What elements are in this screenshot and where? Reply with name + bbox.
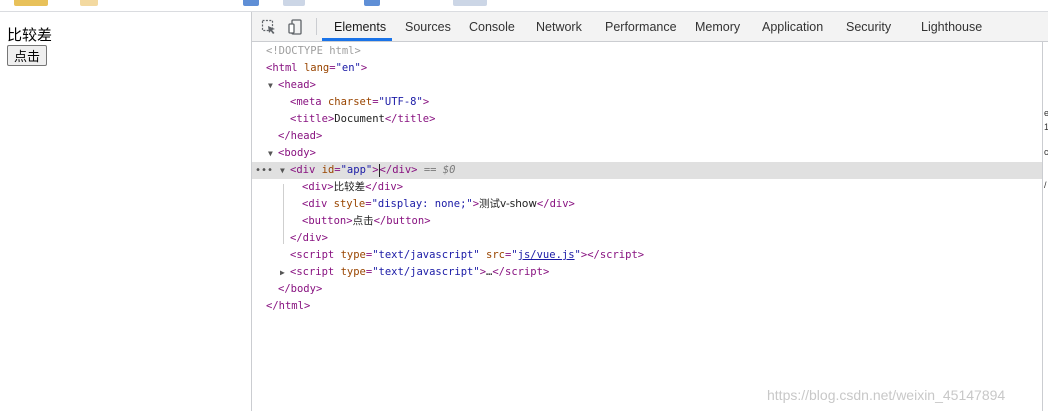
dom-node-child-div-2[interactable]: <div style="display: none;">测试v-show</di… xyxy=(252,196,1042,213)
toolbar-separator xyxy=(316,18,317,35)
button-close-tag: button xyxy=(386,215,425,227)
dom-node-child-div-1[interactable]: <div>比较差</div> xyxy=(252,179,1042,196)
dom-node-head-close[interactable]: </head> xyxy=(252,128,1042,145)
dom-node-doctype[interactable]: <!DOCTYPE html> xyxy=(252,43,1042,60)
tab-lighthouse[interactable]: Lighthouse xyxy=(921,12,982,41)
div-app-close-tag: div xyxy=(302,232,322,244)
dom-node-script-vue[interactable]: <script type="text/javascript" src="js/v… xyxy=(252,247,1042,264)
styles-pane-edge: e 1 c / xyxy=(1042,42,1048,411)
head-tag-name: head xyxy=(284,79,310,91)
dom-node-button[interactable]: <button>点击</button> xyxy=(252,213,1042,230)
child2-text: 测试v-show xyxy=(479,198,537,210)
doctype-text: <!DOCTYPE html> xyxy=(266,45,361,57)
page-text: 比较差 xyxy=(7,26,53,44)
dom-node-meta[interactable]: <meta charset="UTF-8"> xyxy=(252,94,1042,111)
dom-node-title[interactable]: <title>Document</title> xyxy=(252,111,1042,128)
child1-open-tag: div xyxy=(308,181,328,193)
script1-tag-name: script xyxy=(296,249,335,261)
more-options-icon[interactable]: ••• xyxy=(255,162,273,179)
tab-network[interactable]: Network xyxy=(536,12,582,41)
meta-charset-attr: charset xyxy=(327,96,373,108)
styles-pane-highlight xyxy=(1043,42,1048,90)
devtools-panel: Elements Sources Console Network Perform… xyxy=(251,12,1048,411)
dom-node-script-inline[interactable]: ▶ <script type="text/javascript">…</scrip… xyxy=(252,264,1042,281)
html-lang-attr: lang xyxy=(303,62,330,74)
script2-type-attr: type xyxy=(340,266,366,278)
script2-tag-name: script xyxy=(296,266,335,278)
tab-fragment xyxy=(80,0,98,6)
expand-triangle-icon[interactable]: ▼ xyxy=(268,145,273,162)
page-viewport: 比较差 点击 xyxy=(0,12,251,411)
script1-type-attr: type xyxy=(340,249,366,261)
browser-tab-strip xyxy=(0,0,1048,12)
body-close-tag: body xyxy=(290,283,316,295)
child2-style-value: "display: none;" xyxy=(371,198,473,210)
button-open-tag: button xyxy=(308,215,347,227)
child1-text: 比较差 xyxy=(333,181,366,193)
watermark: https://blog.csdn.net/weixin_45147894 xyxy=(767,387,1006,403)
click-button[interactable]: 点击 xyxy=(7,45,48,66)
inspect-element-icon[interactable] xyxy=(261,19,277,35)
title-text: Document xyxy=(334,113,385,125)
indent-guide xyxy=(283,184,284,244)
title-close-tag: title xyxy=(397,113,430,125)
dom-node-div-close[interactable]: </div> xyxy=(252,230,1042,247)
tab-memory[interactable]: Memory xyxy=(695,12,740,41)
tab-fragment xyxy=(283,0,305,6)
tab-security[interactable]: Security xyxy=(846,12,891,41)
device-toolbar-icon[interactable] xyxy=(288,19,304,35)
script1-type-value: "text/javascript" xyxy=(372,249,480,261)
head-close-tag: head xyxy=(290,130,316,142)
title-open-tag: title xyxy=(296,113,328,125)
dom-node-body[interactable]: ▼ <body> xyxy=(252,145,1042,162)
styles-pane-glyph: 1 xyxy=(1044,122,1048,132)
tab-sources[interactable]: Sources xyxy=(405,12,451,41)
active-tab-indicator xyxy=(322,38,392,41)
div-tag-name: div xyxy=(296,164,316,176)
tab-fragment xyxy=(243,0,259,6)
script1-src-attr: src xyxy=(486,249,505,261)
child1-close-tag: div xyxy=(377,181,397,193)
child2-style-attr: style xyxy=(333,198,366,210)
devtools-toolbar: Elements Sources Console Network Perform… xyxy=(252,12,1048,42)
styles-pane-glyph: c xyxy=(1044,147,1048,157)
styles-pane-glyph: / xyxy=(1044,180,1047,190)
tab-application[interactable]: Application xyxy=(762,12,823,41)
dom-node-html-close[interactable]: </html> xyxy=(252,298,1042,315)
dom-node-html[interactable]: <html lang="en"> xyxy=(252,60,1042,77)
dom-tree: <!DOCTYPE html> <html lang="en"> ▼ <head>… xyxy=(252,42,1042,411)
child2-open-tag: div xyxy=(308,198,328,210)
meta-charset-value: "UTF-8" xyxy=(378,96,423,108)
div-id-attr: id xyxy=(321,164,335,176)
child2-close-tag: div xyxy=(549,198,569,210)
expand-triangle-icon[interactable]: ▼ xyxy=(268,77,273,94)
tab-fragment xyxy=(453,0,487,6)
html-lang-value: "en" xyxy=(335,62,361,74)
expand-triangle-icon[interactable]: ▼ xyxy=(280,162,285,179)
selected-node-marker: == $0 xyxy=(423,164,456,176)
tab-fragment xyxy=(14,0,48,6)
div-close-tag: div xyxy=(392,164,412,176)
dom-node-body-close[interactable]: </body> xyxy=(252,281,1042,298)
script2-type-value: "text/javascript" xyxy=(372,266,480,278)
script1-close-tag: script xyxy=(599,249,638,261)
button-text: 点击 xyxy=(352,215,374,227)
body-tag-name: body xyxy=(284,147,310,159)
html-tag-name: html xyxy=(272,62,298,74)
expand-triangle-icon[interactable]: ▶ xyxy=(280,264,285,281)
script2-close-tag: script xyxy=(505,266,543,278)
dom-node-head[interactable]: ▼ <head> xyxy=(252,77,1042,94)
tab-console[interactable]: Console xyxy=(469,12,515,41)
dom-node-div-app-selected[interactable]: ••• ▼ <div id="app"></div> == $0 xyxy=(252,162,1042,179)
meta-tag-name: meta xyxy=(296,96,322,108)
html-close-tag: html xyxy=(278,300,304,312)
tab-performance[interactable]: Performance xyxy=(605,12,677,41)
styles-pane-glyph: e xyxy=(1044,108,1048,118)
tab-fragment xyxy=(364,0,380,6)
div-id-value: "app" xyxy=(340,164,373,176)
tab-elements[interactable]: Elements xyxy=(334,12,386,41)
script-src-link[interactable]: js/vue.js xyxy=(518,249,575,261)
